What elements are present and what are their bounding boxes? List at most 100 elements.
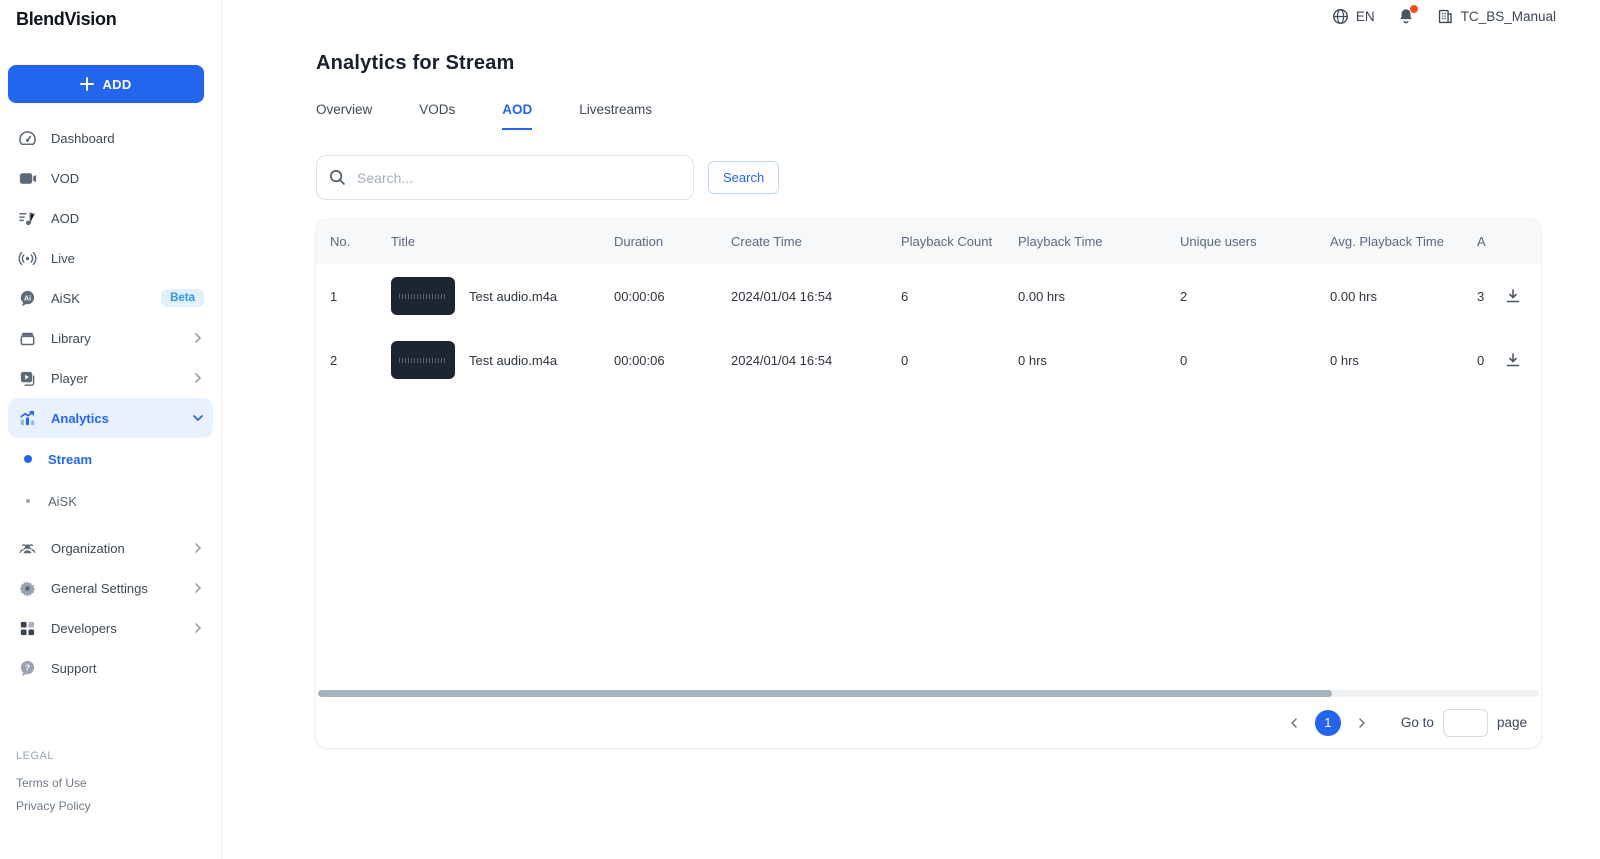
support-icon: ? xyxy=(17,658,37,678)
bullet-dot-icon xyxy=(26,499,30,503)
goto-label: Go to xyxy=(1401,715,1434,730)
cell-unique-users: 0 xyxy=(1180,353,1330,368)
chevron-down-icon xyxy=(192,412,204,424)
sidebar-item-label: Dashboard xyxy=(51,131,204,146)
gear-icon xyxy=(17,578,37,598)
sidebar-item-label: Analytics xyxy=(51,411,178,426)
sidebar-item-analytics[interactable]: Analytics xyxy=(8,398,213,438)
cell-no: 2 xyxy=(330,353,391,368)
cell-truncated: 0 xyxy=(1477,353,1505,368)
aisk-icon: Ai xyxy=(17,288,37,308)
developers-icon xyxy=(17,618,37,638)
cell-duration: 00:00:06 xyxy=(614,353,731,368)
sidebar-subitem-label: Stream xyxy=(48,452,92,467)
col-header-unique-users: Unique users xyxy=(1180,234,1330,249)
cell-playback-time: 0 hrs xyxy=(1018,353,1180,368)
sidebar-item-label: Developers xyxy=(51,621,178,636)
table-row[interactable]: 2 Test audio.m4a 00:00:06 2024/01/04 16:… xyxy=(316,328,1541,392)
next-page-button[interactable] xyxy=(1349,710,1375,736)
sidebar-item-dashboard[interactable]: Dashboard xyxy=(8,118,213,158)
library-icon xyxy=(17,328,37,348)
col-header-playback-time: Playback Time xyxy=(1018,234,1180,249)
account-switcher[interactable]: TC_BS_Manual xyxy=(1437,8,1556,25)
sidebar-subitem-stream[interactable]: Stream xyxy=(0,438,221,480)
sidebar-item-developers[interactable]: Developers xyxy=(8,608,213,648)
chevron-right-icon xyxy=(192,372,204,384)
page-number-button[interactable]: 1 xyxy=(1315,710,1341,736)
cell-title: Test audio.m4a xyxy=(469,289,557,304)
add-button[interactable]: ADD xyxy=(8,65,204,103)
tab-livestreams[interactable]: Livestreams xyxy=(579,102,652,130)
cell-truncated: 3 xyxy=(1477,289,1505,304)
sidebar-item-label: Support xyxy=(51,661,204,676)
analytics-table-card: No. Title Duration Create Time Playback … xyxy=(316,219,1541,748)
sidebar-item-player[interactable]: Player xyxy=(8,358,213,398)
notifications-button[interactable] xyxy=(1397,7,1415,25)
tab-overview[interactable]: Overview xyxy=(316,102,372,130)
brand-logo: BlendVision xyxy=(0,0,221,30)
sidebar-item-label: Live xyxy=(51,251,204,266)
pagination: 1 Go to page xyxy=(316,697,1541,748)
organization-building-icon xyxy=(1437,8,1454,25)
language-switcher[interactable]: EN xyxy=(1332,8,1375,25)
legal-section: LEGAL Terms of Use Privacy Policy xyxy=(16,750,91,813)
sidebar-item-live[interactable]: Live xyxy=(8,238,213,278)
page-title: Analytics for Stream xyxy=(316,52,1541,75)
sidebar: BlendVision ADD Dashboard VOD AOD xyxy=(0,0,222,859)
sidebar-item-aisk[interactable]: Ai AiSK Beta xyxy=(8,278,213,318)
waveform-icon xyxy=(399,294,447,299)
tab-vods[interactable]: VODs xyxy=(419,102,455,130)
search-button[interactable]: Search xyxy=(708,161,779,194)
svg-text:?: ? xyxy=(24,662,29,672)
goto-page-input[interactable] xyxy=(1443,709,1488,737)
privacy-policy-link[interactable]: Privacy Policy xyxy=(16,799,91,813)
cell-create-time: 2024/01/04 16:54 xyxy=(731,353,901,368)
cell-create-time: 2024/01/04 16:54 xyxy=(731,289,901,304)
tab-bar: Overview VODs AOD Livestreams xyxy=(316,102,1541,130)
sidebar-item-aod[interactable]: AOD xyxy=(8,198,213,238)
sidebar-item-library[interactable]: Library xyxy=(8,318,213,358)
beta-badge: Beta xyxy=(161,289,204,307)
col-header-duration: Duration xyxy=(614,234,731,249)
plus-icon xyxy=(80,77,94,91)
col-header-playback-count: Playback Count xyxy=(901,234,1018,249)
sidebar-subitem-aisk[interactable]: AiSK xyxy=(0,480,221,522)
add-button-label: ADD xyxy=(102,77,131,92)
search-icon xyxy=(328,168,347,192)
cell-duration: 00:00:06 xyxy=(614,289,731,304)
search-row: Search xyxy=(316,155,1541,200)
col-header-truncated: A xyxy=(1477,234,1505,249)
tab-aod[interactable]: AOD xyxy=(502,102,532,130)
previous-page-button[interactable] xyxy=(1281,710,1307,736)
chevron-right-icon xyxy=(192,542,204,554)
chevron-right-icon xyxy=(192,582,204,594)
analytics-icon xyxy=(17,408,37,428)
notification-badge xyxy=(1410,5,1418,13)
cell-no: 1 xyxy=(330,289,391,304)
horizontal-scrollbar-thumb[interactable] xyxy=(318,690,1332,697)
chevron-right-icon xyxy=(192,332,204,344)
sidebar-item-general-settings[interactable]: General Settings xyxy=(8,568,213,608)
audio-thumbnail xyxy=(391,277,455,315)
cell-avg-playback-time: 0 hrs xyxy=(1330,353,1477,368)
player-icon xyxy=(17,368,37,388)
search-input[interactable] xyxy=(316,155,694,200)
download-icon[interactable] xyxy=(1505,352,1521,368)
sidebar-item-organization[interactable]: Organization xyxy=(8,528,213,568)
live-icon xyxy=(17,248,37,268)
cell-unique-users: 2 xyxy=(1180,289,1330,304)
horizontal-scrollbar-track[interactable] xyxy=(318,690,1539,697)
terms-of-use-link[interactable]: Terms of Use xyxy=(16,776,91,790)
sidebar-item-support[interactable]: ? Support xyxy=(8,648,213,688)
cell-title: Test audio.m4a xyxy=(469,353,557,368)
chevron-right-icon xyxy=(192,622,204,634)
table-row[interactable]: 1 Test audio.m4a 00:00:06 2024/01/04 16:… xyxy=(316,264,1541,328)
sidebar-item-label: AiSK xyxy=(51,291,147,306)
sidebar-item-vod[interactable]: VOD xyxy=(8,158,213,198)
sidebar-item-label: AOD xyxy=(51,211,204,226)
sidebar-nav: Dashboard VOD AOD Live Ai AiSK Beta xyxy=(0,118,221,688)
download-icon[interactable] xyxy=(1505,288,1521,304)
cell-playback-time: 0.00 hrs xyxy=(1018,289,1180,304)
sidebar-item-label: General Settings xyxy=(51,581,178,596)
topbar: EN TC_BS_Manual xyxy=(1332,0,1556,32)
